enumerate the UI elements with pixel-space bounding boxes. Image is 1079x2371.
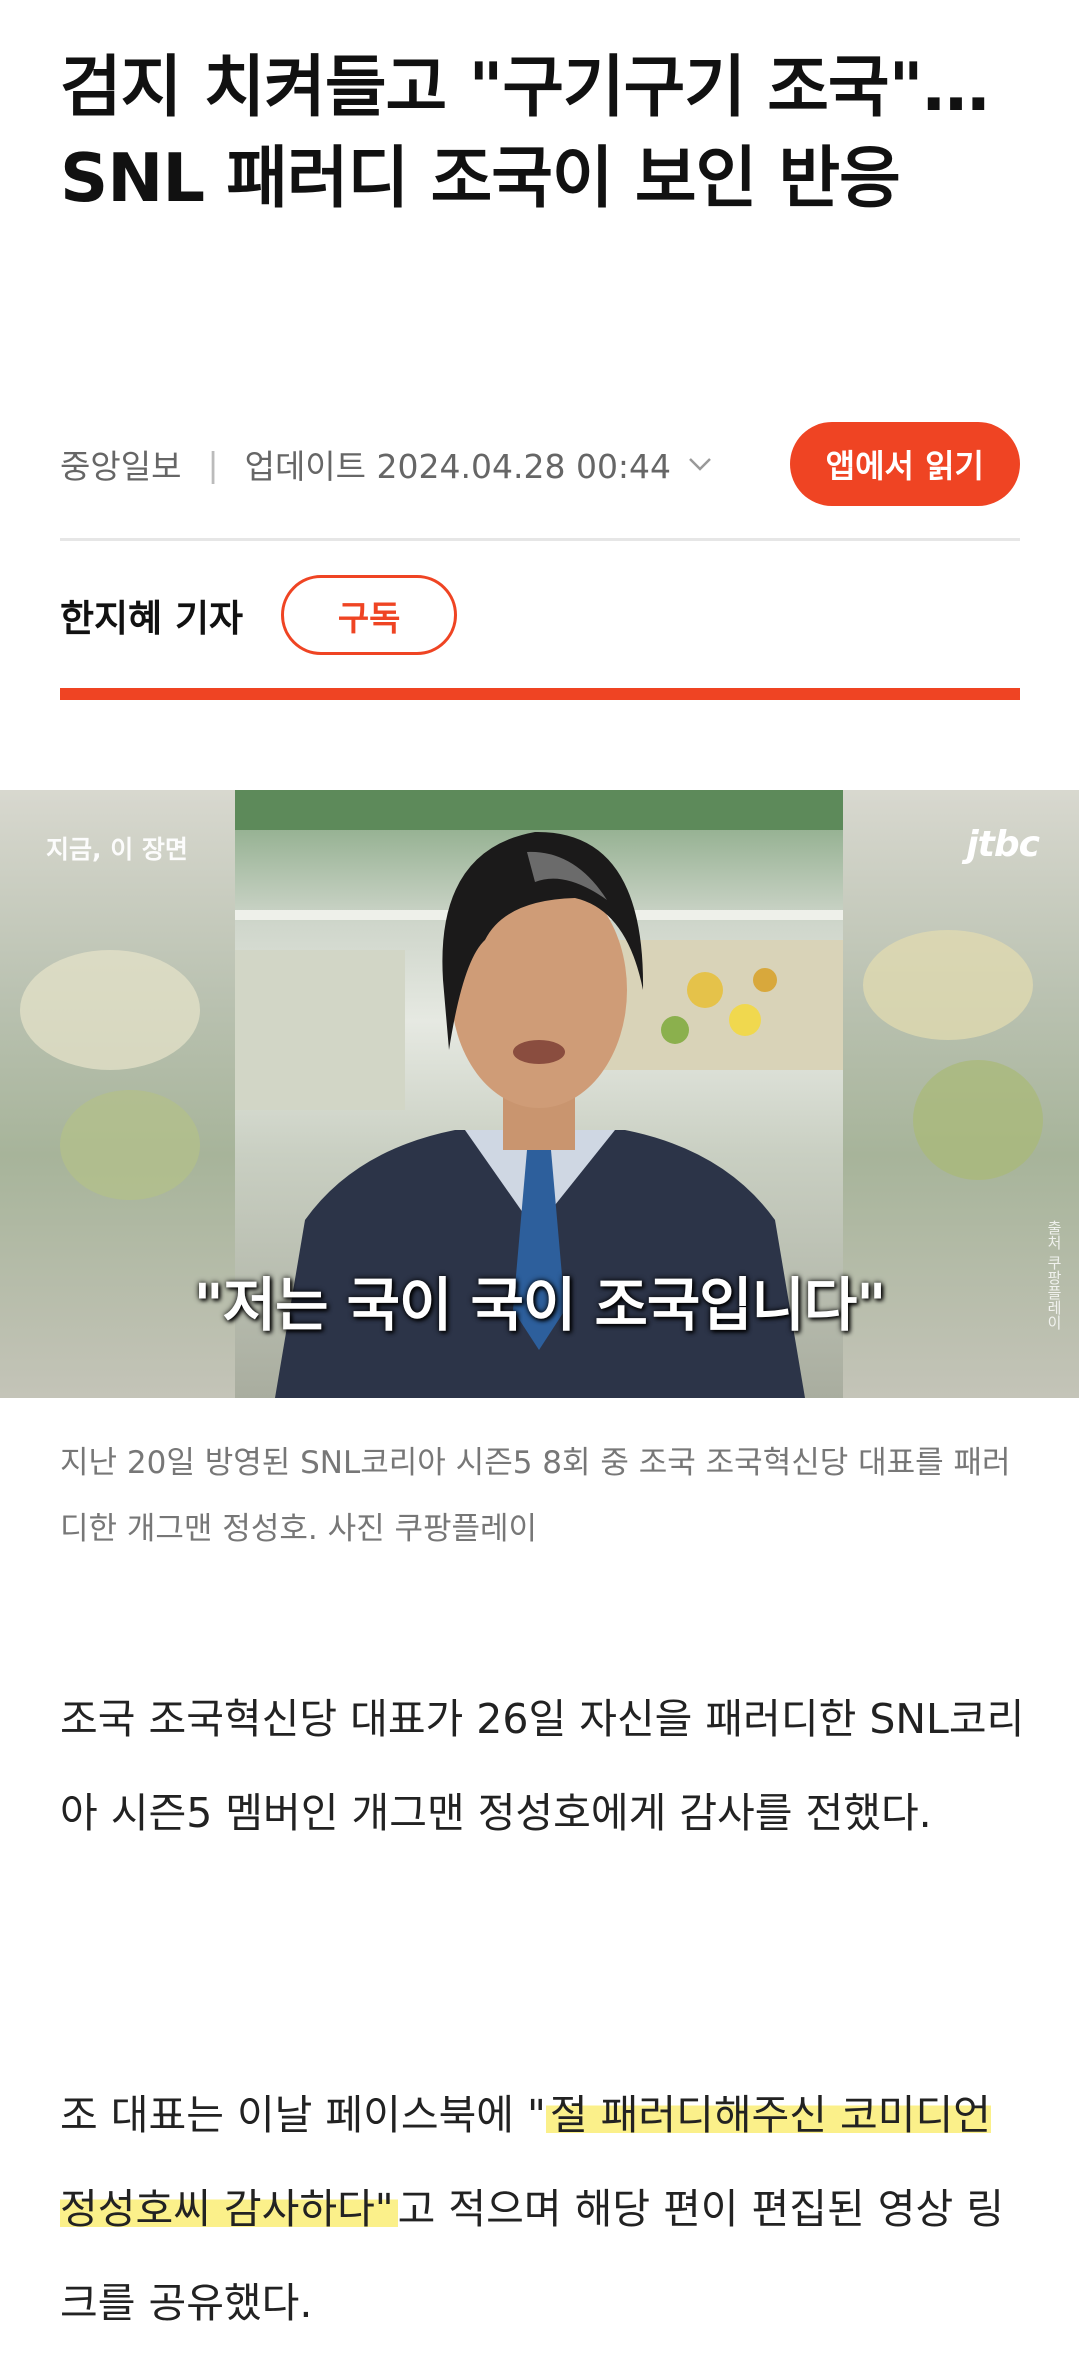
meta-divider	[60, 538, 1020, 541]
reporter-row: 한지혜 기자 구독	[60, 573, 1020, 657]
photo-tag: 지금, 이 장면	[46, 835, 188, 864]
header-accent-bar	[60, 688, 1020, 700]
broadcaster-logo: jtbc	[966, 824, 1040, 865]
paragraph-text: 조 대표는 이날 페이스북에 "	[60, 2091, 546, 2139]
subscribe-button[interactable]: 구독	[281, 575, 458, 655]
article-page: 검지 치켜들고 "구기구기 조국"…SNL 패러디 조국이 보인 반응 중앙일보…	[0, 0, 1079, 2371]
photo-credit: 출처 쿠팡플레이	[1045, 1220, 1063, 1330]
article-paragraph-quote: 조 대표는 이날 페이스북에 "절 패러디해주신 코미디언 정성호씨 감사하다"…	[60, 2068, 1030, 2350]
photo-subtitle: "저는 국이 국이 조국입니다"	[193, 1271, 887, 1339]
open-in-app-button[interactable]: 앱에서 읽기	[789, 422, 1020, 506]
reporter-name[interactable]: 한지혜 기자	[60, 588, 243, 642]
chevron-down-icon[interactable]	[685, 449, 715, 479]
photo-caption: 지난 20일 방영된 SNL코리아 시즌5 8회 중 조국 조국혁신당 대표를 …	[60, 1445, 1011, 1547]
article-title: 검지 치켜들고 "구기구기 조국"…SNL 패러디 조국이 보인 반응	[60, 48, 989, 217]
article-photo[interactable]: 지금, 이 장면 jtbc "저는 국이 국이 조국입니다" 출처 쿠팡플레이	[0, 790, 1079, 1398]
article-paragraph: 조국 조국혁신당 대표가 26일 자신을 패러디한 SNL코리아 시즌5 멤버인…	[60, 1695, 1025, 1837]
update-timestamp[interactable]: 업데이트 2024.04.28 00:44	[245, 440, 671, 488]
article-meta: 중앙일보 | 업데이트 2024.04.28 00:44 앱에서 읽기	[60, 420, 1020, 508]
press-name[interactable]: 중앙일보	[60, 440, 181, 488]
meta-separator: |	[207, 444, 219, 484]
